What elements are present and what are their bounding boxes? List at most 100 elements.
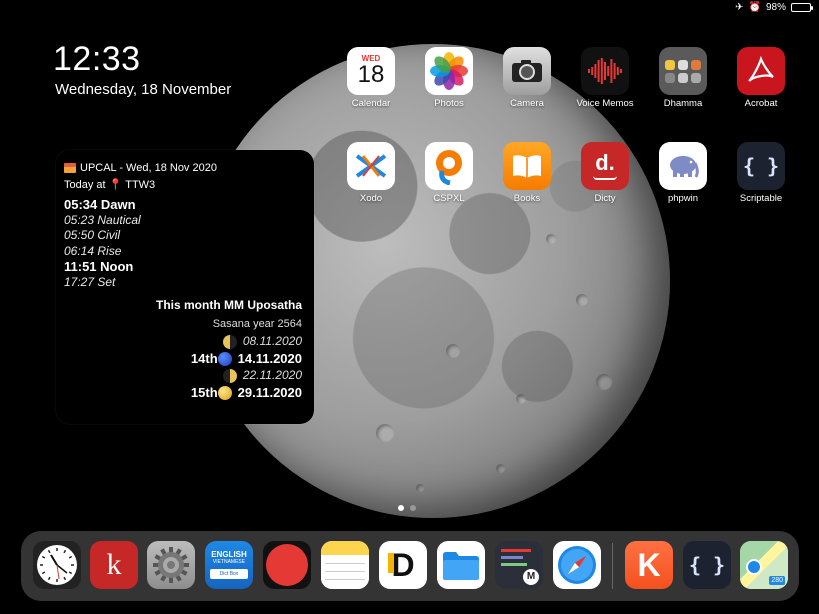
lock-clock-time: 12:33 [53,40,141,78]
dock-safari-icon[interactable] [553,541,601,589]
k-app-glyph: K [637,546,661,583]
pin-icon: 📍 [108,179,123,191]
moon-date: 29.11.2020 [237,385,302,400]
app-label: phpwin [667,193,699,204]
page-dot[interactable] [410,505,416,511]
app-photos[interactable]: Photos [419,47,479,109]
new-moon-icon [217,351,232,366]
app-label: Voice Memos [576,98,634,109]
dock-clock-icon[interactable] [33,541,81,589]
first-quarter-icon [222,334,237,349]
dicty-icon[interactable]: d. [581,142,629,190]
dock-maps-icon[interactable]: 280 [740,541,788,589]
dock-kindle-k-icon[interactable]: k [90,541,138,589]
app-cspxl[interactable]: CSPXL [419,142,479,204]
sun-time: 05:23 Nautical [64,212,141,227]
last-quarter-icon [222,368,237,383]
voice-memos-icon[interactable] [581,47,629,95]
scriptable-glyph: { } [742,154,780,178]
cspxl-icon[interactable] [425,142,473,190]
dock-d-app-icon[interactable]: D [379,541,427,589]
app-xodo[interactable]: Xodo [341,142,401,204]
battery-icon [791,3,813,12]
sasana-year: Sasana year 2564 [212,318,302,330]
calendar-icon[interactable]: WED 18 [347,47,395,95]
uposatha-day: 15th [190,385,218,400]
month-title: This month MM Uposatha [156,298,302,312]
folder-icon[interactable] [659,47,707,95]
moon-phase-row: 14th 14.11.2020 [64,350,302,367]
sun-time: 11:51 Noon [64,259,134,274]
moon-date: 14.11.2020 [237,351,302,366]
app-books[interactable]: Books [497,142,557,204]
dock-notes-icon[interactable] [321,541,369,589]
status-bar: ✈ ⏰ 98% [735,2,813,13]
scriptable-icon[interactable]: { } [737,142,785,190]
dock: k ENGLISH VIETNAMESE Dict Box D M K{ } 280 [21,531,799,601]
acrobat-icon[interactable] [737,47,785,95]
app-label: Books [513,193,541,204]
app-voice-memos[interactable]: Voice Memos [575,47,635,109]
moon-phase-row: 22.11.2020 [64,367,302,384]
sun-time: 17:27 Set [64,274,116,289]
app-acrobat[interactable]: Acrobat [731,47,791,109]
kindle-glyph: k [106,548,122,581]
widget-location: Today at 📍 TTW3 [64,178,302,191]
widget-title: UPCAL - Wed, 18 Nov 2020 [80,162,217,174]
scriptable-glyph: { } [688,553,726,577]
app-label: Camera [510,98,544,109]
moon-phase-row: 08.11.2020 [64,333,302,350]
page-indicator[interactable] [398,505,416,511]
page-dot[interactable] [398,505,404,511]
sun-time: 06:14 Rise [64,243,122,258]
editor-glyph: M [523,569,539,585]
dict-line3: Dict Box [210,568,248,579]
moon-date: 22.11.2020 [242,368,302,382]
dock-record-icon[interactable] [263,541,311,589]
app-label: Calendar [351,98,391,109]
widget-header: UPCAL - Wed, 18 Nov 2020 [64,162,302,174]
app-label: Photos [434,98,464,109]
app-camera[interactable]: Camera [497,47,557,109]
dock-editor-icon[interactable]: M [495,541,543,589]
lock-clock-date: Wednesday, 18 November [55,81,232,98]
app-label: Xodo [359,193,383,204]
app-label: Scriptable [739,193,783,204]
books-icon[interactable] [503,142,551,190]
upcal-widget[interactable]: UPCAL - Wed, 18 Nov 2020 Today at 📍 TTW3… [56,150,314,424]
camera-icon[interactable] [503,47,551,95]
uposatha-day: 14th [190,351,218,366]
maps-route-badge: 280 [769,576,785,585]
dock-settings-gear-icon[interactable] [147,541,195,589]
full-moon-icon [217,385,232,400]
dock-k-app-icon[interactable]: K [625,541,673,589]
calendar-emoji-icon [64,163,76,173]
d-app-glyph: D [388,547,415,584]
elephant-icon[interactable] [659,142,707,190]
app-dhamma[interactable]: Dhamma [653,47,713,109]
app-calendar[interactable]: WED 18 Calendar [341,47,401,109]
airplane-icon: ✈ [735,2,744,13]
moon-phase-list: 08.11.2020 14th 14.11.2020 22.11.2020 15th 29… [64,333,302,401]
app-phpwin[interactable]: phpwin [653,142,713,204]
alarm-icon: ⏰ [748,2,761,13]
calendar-num: 18 [357,61,385,88]
dict-line2: VIETNAMESE [212,559,246,566]
photos-icon[interactable] [425,47,473,95]
dock-files-icon[interactable] [437,541,485,589]
app-scriptable[interactable]: { } Scriptable [731,142,791,204]
dicty-glyph: d. [595,150,615,175]
app-label: Dhamma [663,98,703,109]
sun-time: 05:50 Civil [64,228,121,242]
xodo-icon[interactable] [347,142,395,190]
app-dicty[interactable]: d. Dicty [575,142,635,204]
sun-time: 05:34 Dawn [64,197,136,212]
dock-dictionary-icon[interactable]: ENGLISH VIETNAMESE Dict Box [205,541,253,589]
battery-percent: 98% [765,2,786,13]
location-prefix: Today at [64,179,106,191]
dock-scriptable-icon[interactable]: { } [683,541,731,589]
location-name: TTW3 [125,179,156,191]
moon-date: 08.11.2020 [242,334,302,348]
app-label: Dicty [594,193,616,204]
app-label: CSPXL [433,193,465,204]
